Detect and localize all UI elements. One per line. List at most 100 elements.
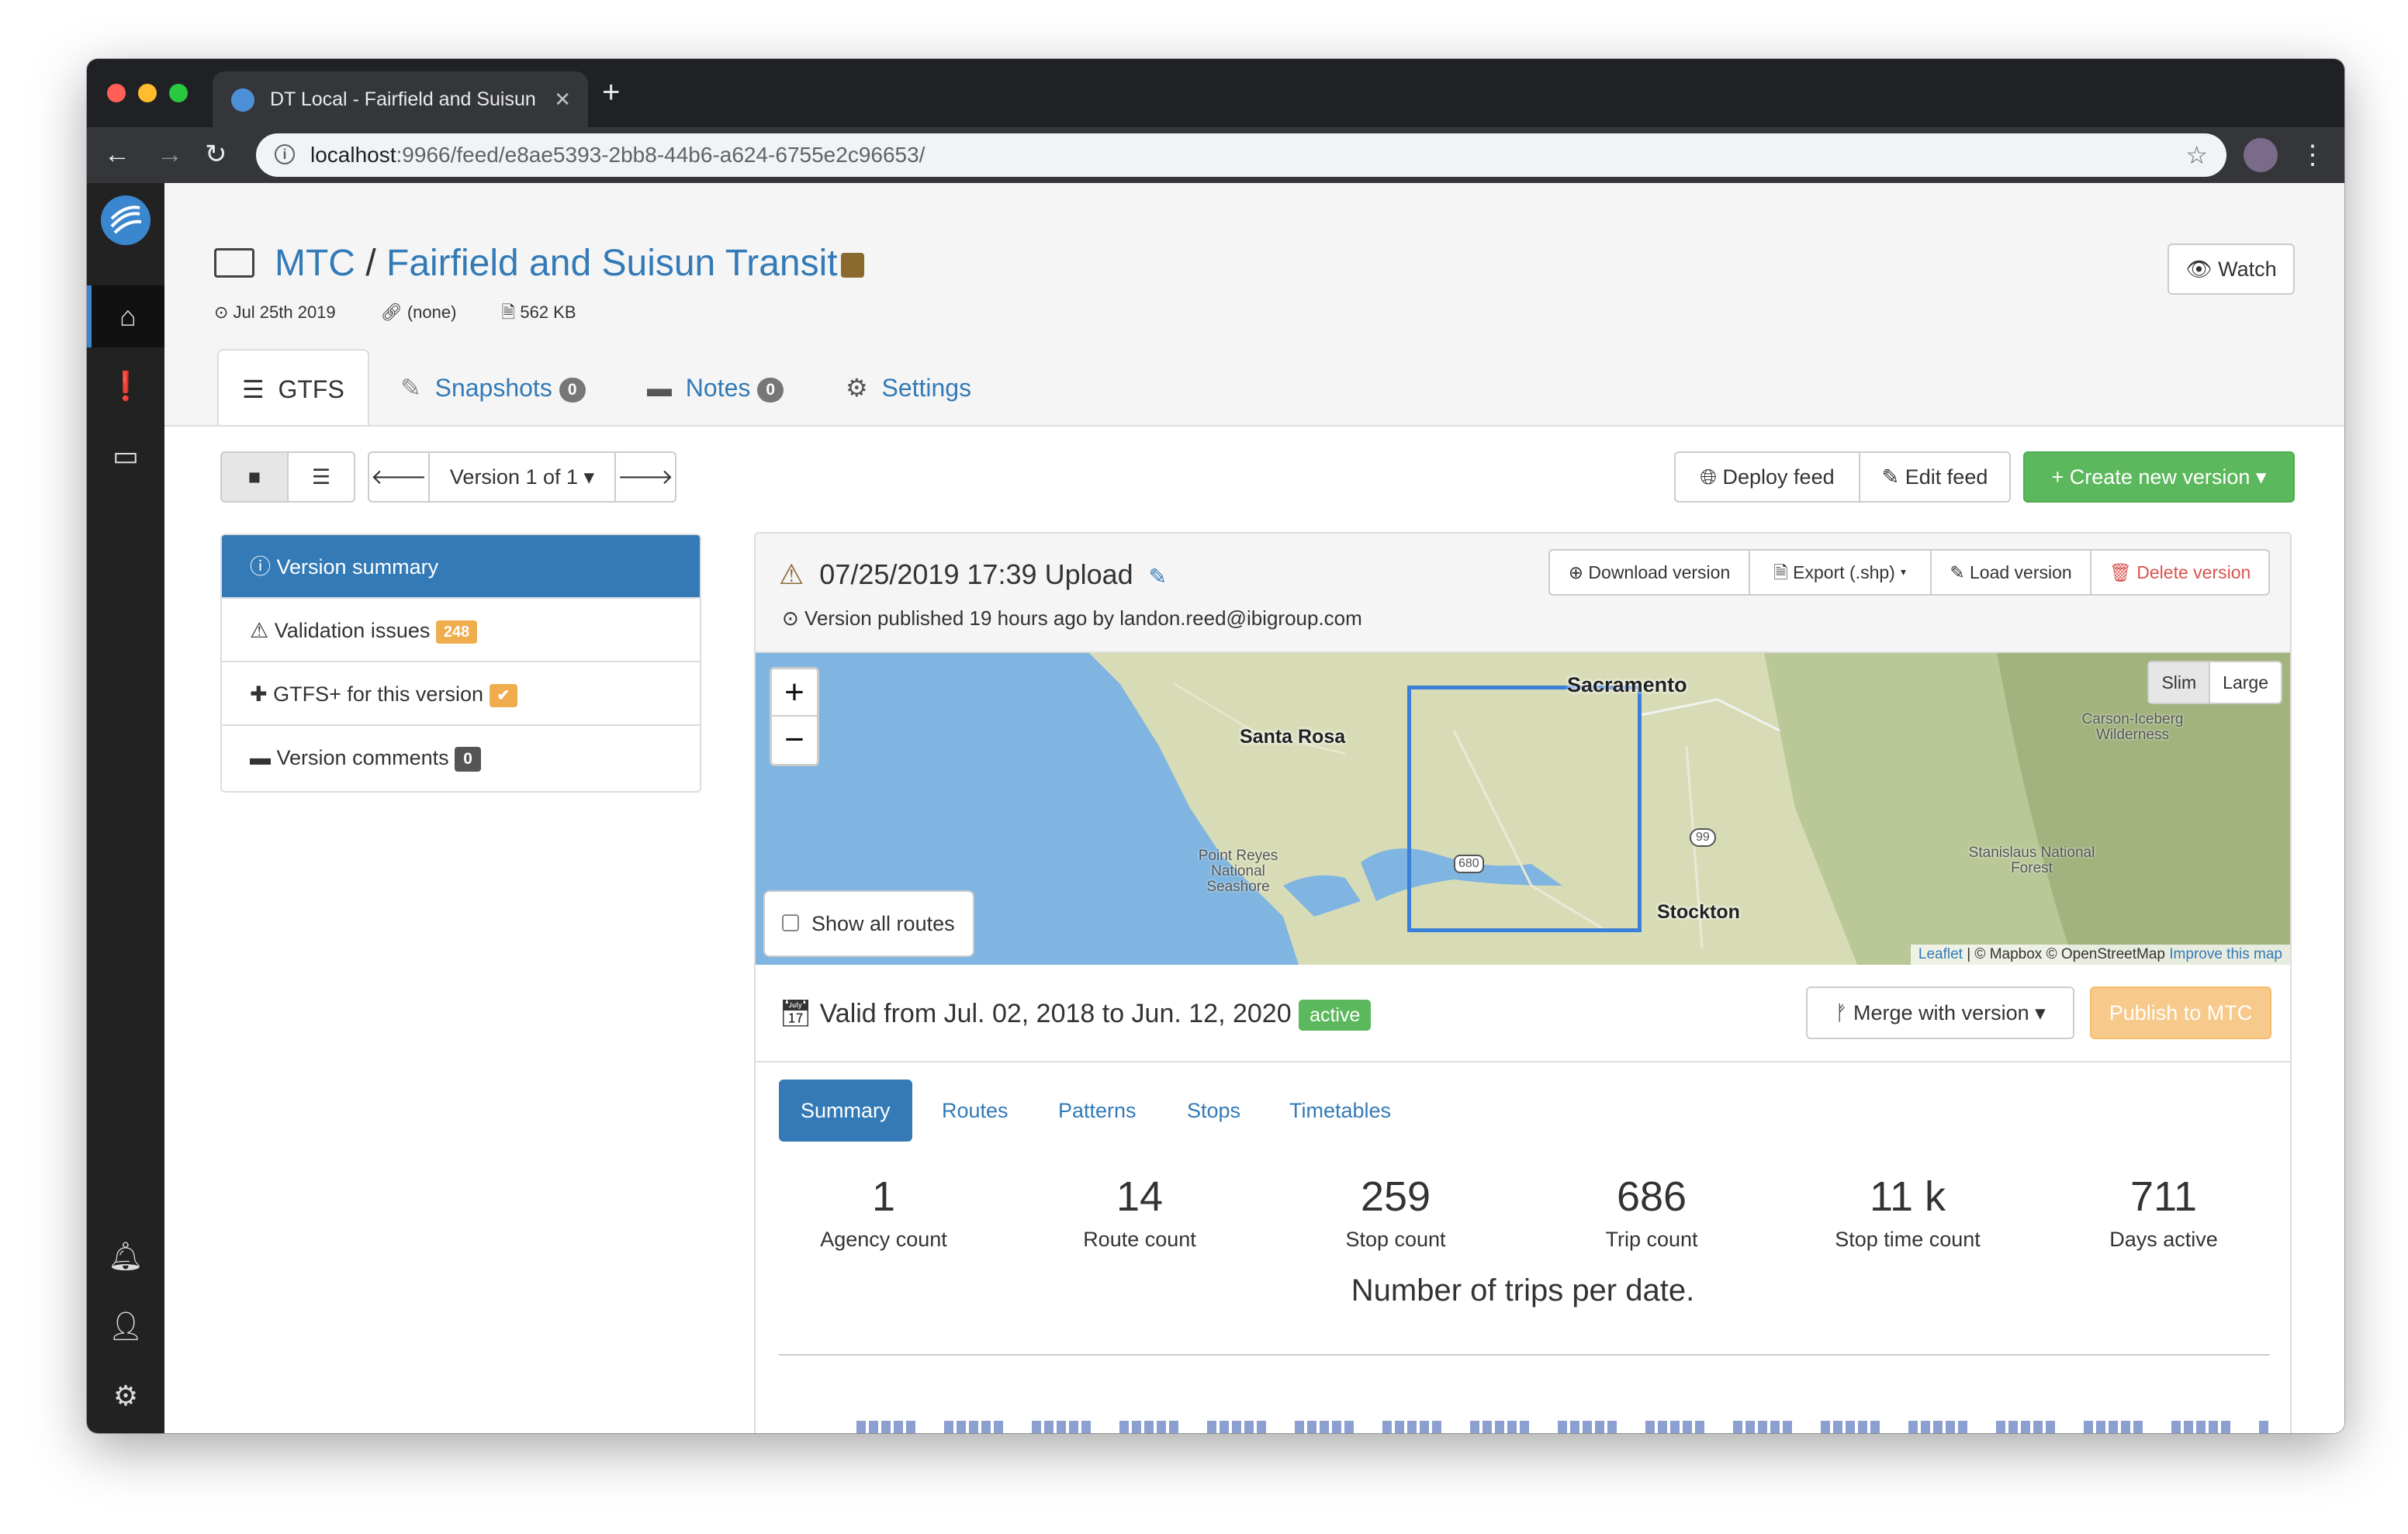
gear-icon[interactable]: ⚙ bbox=[87, 1365, 164, 1427]
show-all-routes-control[interactable]: Show all routes bbox=[763, 890, 974, 957]
forward-icon[interactable]: → bbox=[157, 135, 183, 174]
tab-stops[interactable]: Stops bbox=[1187, 1080, 1240, 1142]
trip-bar bbox=[1921, 1421, 1930, 1433]
tab-summary[interactable]: Summary bbox=[779, 1080, 912, 1142]
validity-row: 📅︎ Valid from Jul. 02, 2018 to Jun. 12, … bbox=[756, 965, 2290, 1062]
map-attribution: Leaflet | © Mapbox © OpenStreetMap Impro… bbox=[1910, 945, 2290, 965]
user-icon[interactable]: 👤︎ bbox=[87, 1295, 164, 1357]
edit-feed-button[interactable]: ✎ Edit feed bbox=[1859, 451, 2011, 503]
stat-stop-times: 11 k Stop time count bbox=[1835, 1173, 1981, 1251]
large-button[interactable]: Large bbox=[2210, 662, 2281, 703]
tab-notes[interactable]: ▬ Notes 0 bbox=[647, 349, 784, 427]
trip-bar bbox=[2133, 1421, 2143, 1433]
main-content: MTC / Fairfield and Suisun Transit ⊙ Jul… bbox=[164, 183, 2344, 1433]
title-separator: / bbox=[365, 243, 376, 284]
tab-timetables[interactable]: Timetables bbox=[1289, 1080, 1391, 1142]
version-summary-item[interactable]: ⓘ Version summary bbox=[222, 535, 700, 599]
trip-bar bbox=[1332, 1421, 1341, 1433]
pencil-icon: ✎ bbox=[1950, 562, 1965, 582]
trip-bar bbox=[1695, 1421, 1704, 1433]
zoom-in-button[interactable]: + bbox=[772, 669, 817, 717]
file-icon: 🗎 bbox=[1773, 562, 1788, 582]
browser-tab[interactable]: DT Local - Fairfield and Suisun ✕ bbox=[213, 71, 588, 127]
close-window-button[interactable] bbox=[107, 84, 126, 102]
app-logo-icon[interactable] bbox=[101, 195, 150, 245]
alert-icon[interactable]: ❗ bbox=[87, 355, 164, 417]
improve-map-link[interactable]: Improve this map bbox=[2169, 946, 2282, 962]
reload-icon[interactable]: ↻ bbox=[205, 135, 227, 174]
trip-bar bbox=[1132, 1421, 1141, 1433]
merge-version-button[interactable]: ᚠ Merge with version ▾ bbox=[1806, 986, 2074, 1039]
feed-map[interactable]: Sacramento Santa Rosa Stockton Point Rey… bbox=[756, 653, 2290, 965]
calendar-icon: 📅︎ bbox=[779, 999, 813, 1028]
bookmark-star-icon[interactable]: ☆ bbox=[2185, 133, 2208, 177]
minimize-window-button[interactable] bbox=[138, 84, 157, 102]
publish-button[interactable]: Publish to MTC bbox=[2090, 986, 2271, 1039]
version-dropdown[interactable]: Version 1 of 1 ▾ bbox=[428, 451, 616, 503]
warning-icon: ⚠ bbox=[779, 558, 804, 590]
trip-bar bbox=[1770, 1421, 1780, 1433]
previous-version-button[interactable]: 🡐 bbox=[368, 451, 430, 503]
download-version-button[interactable]: ⊕ Download version bbox=[1548, 549, 1750, 596]
favicon-icon bbox=[231, 88, 254, 112]
version-comments-item[interactable]: ▬ Version comments 0 bbox=[222, 726, 700, 789]
address-bar[interactable]: i localhost:9966/feed/e8ae5393-2bb8-44b6… bbox=[256, 133, 2226, 177]
monitor-icon[interactable]: ▭ bbox=[87, 425, 164, 487]
close-tab-icon[interactable]: ✕ bbox=[554, 71, 571, 127]
trip-bar bbox=[1044, 1421, 1054, 1433]
browser-menu-icon[interactable]: ⋮ bbox=[2299, 133, 2326, 177]
tab-routes[interactable]: Routes bbox=[942, 1080, 1009, 1142]
gtfs-plus-item[interactable]: ✚ GTFS+ for this version ✔ bbox=[222, 662, 700, 726]
clock-icon: ⊙ bbox=[782, 606, 799, 630]
tab-snapshots[interactable]: ✎ Snapshots 0 bbox=[400, 349, 586, 427]
square-icon: ■ bbox=[247, 465, 261, 489]
trip-bar bbox=[881, 1421, 891, 1433]
slim-button[interactable]: Slim bbox=[2149, 662, 2211, 703]
export-shp-button[interactable]: 🗎 Export (.shp) ▾ bbox=[1749, 549, 1932, 596]
trip-bar bbox=[944, 1421, 953, 1433]
version-title: ⚠ 07/25/2019 17:39 Upload ✎ bbox=[779, 558, 1168, 590]
info-icon[interactable]: i bbox=[275, 144, 295, 164]
load-version-button[interactable]: ✎ Load version bbox=[1930, 549, 2091, 596]
stat-days-active: 711 Days active bbox=[2109, 1173, 2218, 1251]
edit-name-icon[interactable]: ✎ bbox=[1149, 565, 1167, 589]
back-icon[interactable]: ← bbox=[104, 135, 130, 174]
leaflet-link[interactable]: Leaflet bbox=[1918, 946, 1963, 962]
map-zoom-control: + − bbox=[770, 667, 819, 766]
home-icon[interactable]: ⌂ bbox=[87, 285, 164, 347]
tab-patterns[interactable]: Patterns bbox=[1058, 1080, 1137, 1142]
map-label-santa-rosa: Santa Rosa bbox=[1240, 726, 1346, 748]
deploy-feed-button[interactable]: 🌐︎ Deploy feed bbox=[1674, 451, 1860, 503]
edit-icon: ✎ bbox=[400, 374, 421, 402]
tab-gtfs[interactable]: ☰ GTFS bbox=[217, 349, 369, 427]
bell-icon[interactable]: 🔔︎ bbox=[87, 1225, 164, 1287]
watch-button[interactable]: 👁︎ Watch bbox=[2168, 244, 2295, 295]
trip-bar bbox=[1483, 1421, 1492, 1433]
grid-view-button[interactable]: ■ bbox=[220, 451, 289, 503]
trip-bar bbox=[1257, 1421, 1266, 1433]
feed-name-link[interactable]: Fairfield and Suisun Transit bbox=[386, 243, 838, 284]
maximize-window-button[interactable] bbox=[169, 84, 188, 102]
map-label-sacramento: Sacramento bbox=[1567, 673, 1687, 696]
zoom-out-button[interactable]: − bbox=[772, 717, 817, 764]
url-meta: 🔗︎ (none) bbox=[380, 302, 457, 322]
new-tab-button[interactable]: + bbox=[602, 73, 620, 112]
delete-version-button[interactable]: 🗑︎ Delete version bbox=[2090, 549, 2270, 596]
create-version-button[interactable]: + Create new version ▾ bbox=[2023, 451, 2295, 503]
trash-icon: 🗑︎ bbox=[2109, 562, 2132, 582]
info-circle-icon: ⓘ bbox=[250, 555, 271, 579]
trip-bar bbox=[1833, 1421, 1842, 1433]
show-all-routes-checkbox[interactable] bbox=[782, 914, 799, 931]
profile-avatar[interactable] bbox=[2244, 138, 2278, 172]
tab-settings[interactable]: ⚙ Settings bbox=[846, 349, 971, 427]
trip-bar bbox=[1846, 1421, 1855, 1433]
project-link[interactable]: MTC bbox=[275, 243, 355, 284]
map-label-point-reyes: Point Reyes National Seashore bbox=[1198, 848, 1278, 895]
trip-bar bbox=[1069, 1421, 1078, 1433]
trip-bar bbox=[1683, 1421, 1692, 1433]
list-view-button[interactable]: ☰ bbox=[287, 451, 355, 503]
next-version-button[interactable]: 🡒 bbox=[614, 451, 676, 503]
trip-bar bbox=[1032, 1421, 1041, 1433]
trip-bar bbox=[1733, 1421, 1742, 1433]
validation-issues-item[interactable]: ⚠ Validation issues 248 bbox=[222, 599, 700, 662]
